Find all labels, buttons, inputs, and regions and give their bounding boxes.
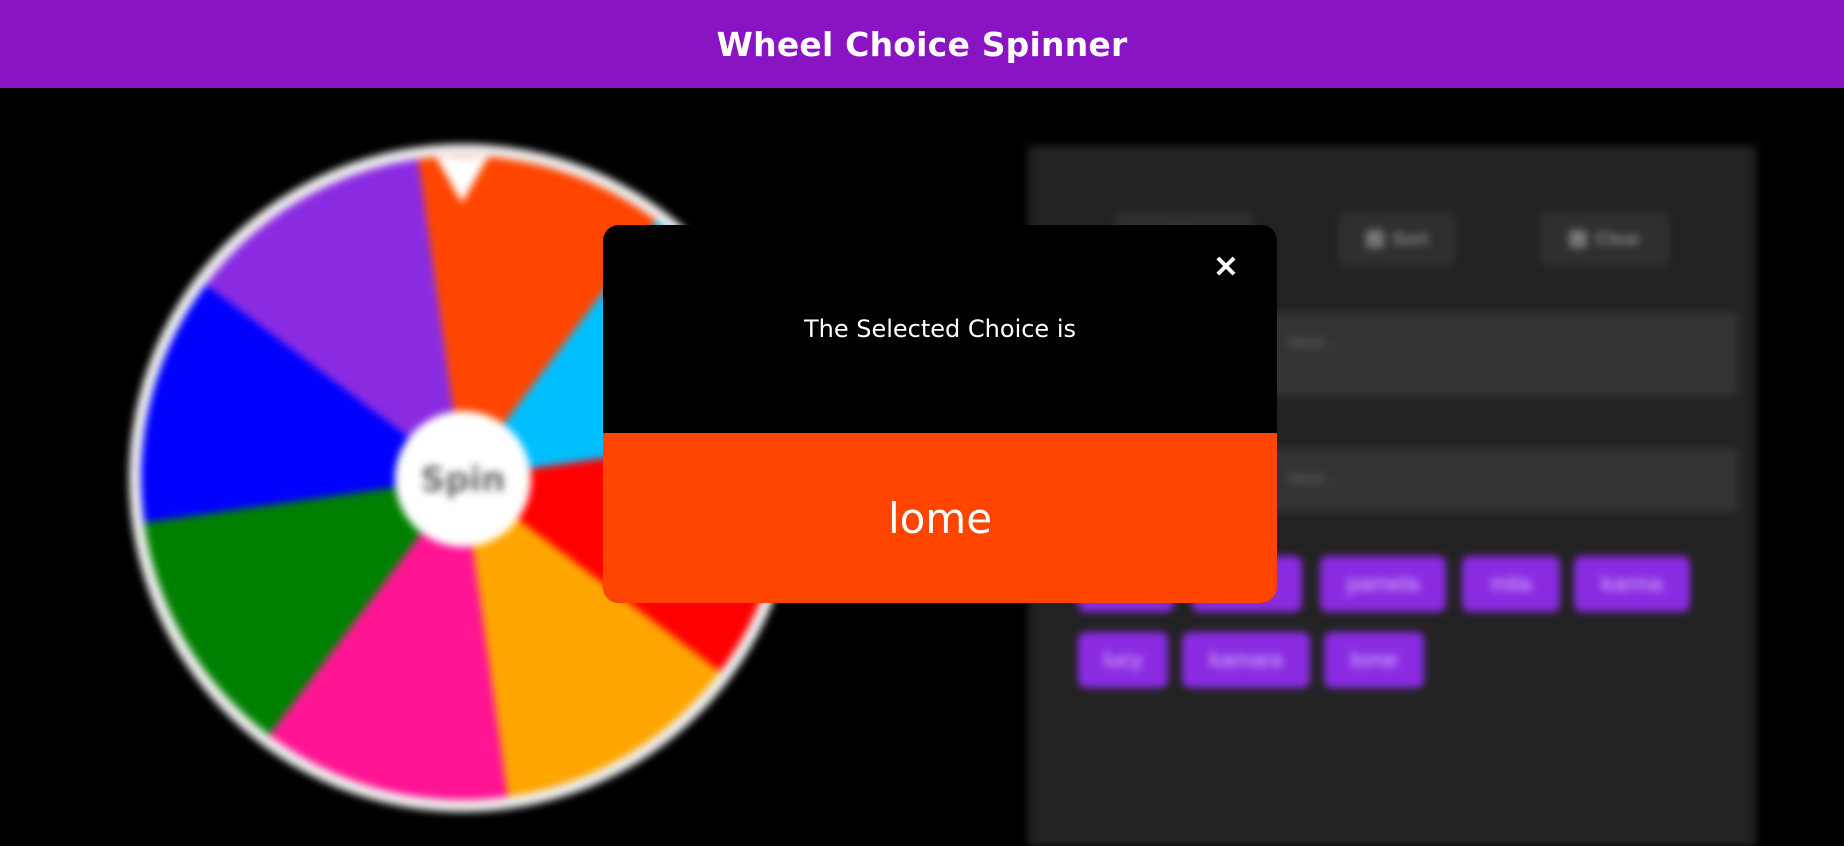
clear-button-label: Clear [1595, 228, 1641, 249]
modal-heading: The Selected Choice is [803, 315, 1076, 343]
choice-chip[interactable]: kamara [1182, 632, 1310, 688]
selected-choice: lome [603, 433, 1277, 603]
choice-chip[interactable]: lome [1324, 632, 1424, 688]
spin-button-label[interactable]: Spin [421, 460, 506, 500]
choice-chip[interactable]: lucy [1078, 632, 1168, 688]
choice-chip[interactable]: karma [1574, 556, 1690, 612]
close-icon[interactable]: ✕ [1211, 253, 1241, 283]
clear-button[interactable]: Clear [1540, 212, 1670, 266]
sort-icon [1366, 230, 1384, 248]
choice-chip[interactable]: pamela [1320, 556, 1446, 612]
sort-button-label: Sort [1392, 228, 1428, 249]
result-modal: ✕ The Selected Choice is lome [603, 225, 1277, 603]
sort-button[interactable]: Sort [1338, 212, 1456, 266]
broom-icon [1569, 230, 1588, 248]
choice-chip[interactable]: mila [1462, 556, 1560, 612]
app-title: Wheel Choice Spinner [716, 24, 1128, 64]
app-header: Wheel Choice Spinner [0, 0, 1844, 88]
modal-header: ✕ The Selected Choice is [603, 225, 1277, 433]
